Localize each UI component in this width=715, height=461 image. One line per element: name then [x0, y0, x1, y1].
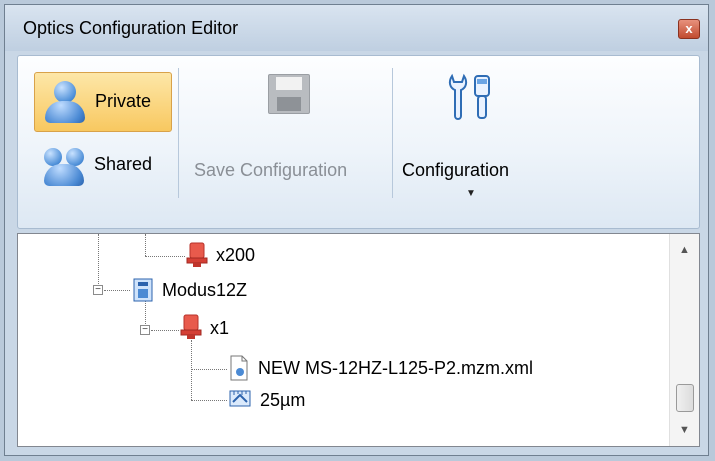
toolbar-separator	[392, 68, 393, 198]
tree-connector	[145, 256, 185, 257]
microscope-module-icon	[133, 278, 153, 302]
tree-connector	[191, 340, 192, 400]
calibration-icon	[229, 390, 251, 407]
save-configuration-button[interactable]: Save Configuration	[188, 70, 388, 200]
tree-item-label: Modus12Z	[162, 280, 248, 300]
tree-connector	[151, 330, 179, 331]
title-bar: Optics Configuration Editor x	[5, 5, 708, 51]
objective-lens-icon	[180, 314, 202, 339]
configuration-label: Configuration	[402, 160, 510, 180]
save-configuration-label: Save Configuration	[194, 160, 348, 180]
scroll-up-icon[interactable]: ▲	[679, 244, 690, 256]
close-icon: x	[685, 21, 693, 36]
toolbar-separator	[178, 68, 179, 198]
private-button[interactable]: Private	[34, 72, 172, 132]
tree-item-label: NEW MS-12HZ-L125-P2.mzm.xml	[258, 358, 534, 378]
tree-connector	[98, 234, 99, 290]
tree-item-label: x1	[210, 318, 230, 338]
tree-item-label: x200	[216, 245, 256, 265]
optics-configuration-editor-window: Optics Configuration Editor x Private Sh…	[4, 4, 709, 456]
close-button[interactable]: x	[678, 19, 700, 39]
configuration-dropdown-button[interactable]: Configuration ▼	[402, 70, 552, 210]
private-label: Private	[95, 91, 152, 111]
tree-connector	[191, 400, 227, 401]
tree-connector	[145, 234, 146, 256]
vertical-scrollbar[interactable]: ▲ ▼	[669, 234, 699, 446]
shared-users-icon	[42, 144, 86, 186]
tree-item-label: 25µm	[260, 390, 306, 410]
tree-connector	[191, 369, 227, 370]
ribbon-toolbar: Private Shared Save Configuration Config…	[17, 55, 700, 229]
shared-button[interactable]: Shared	[34, 136, 172, 194]
wrench-tools-icon	[448, 73, 490, 120]
file-icon	[230, 355, 248, 381]
configuration-tree: x200 − Modus12Z − x1 NEW MS-12HZ-L125-P2…	[17, 233, 700, 447]
shared-label: Shared	[94, 154, 153, 174]
tree-connector	[104, 290, 130, 291]
private-user-icon	[43, 81, 87, 123]
window-title: Optics Configuration Editor	[23, 18, 239, 38]
chevron-down-icon: ▼	[466, 188, 476, 199]
objective-lens-icon	[186, 242, 208, 267]
scroll-down-icon[interactable]: ▼	[679, 424, 690, 436]
floppy-disk-icon	[268, 74, 310, 114]
scrollbar-thumb[interactable]	[676, 384, 694, 412]
collapse-toggle[interactable]: −	[140, 325, 150, 335]
collapse-toggle[interactable]: −	[93, 285, 103, 295]
